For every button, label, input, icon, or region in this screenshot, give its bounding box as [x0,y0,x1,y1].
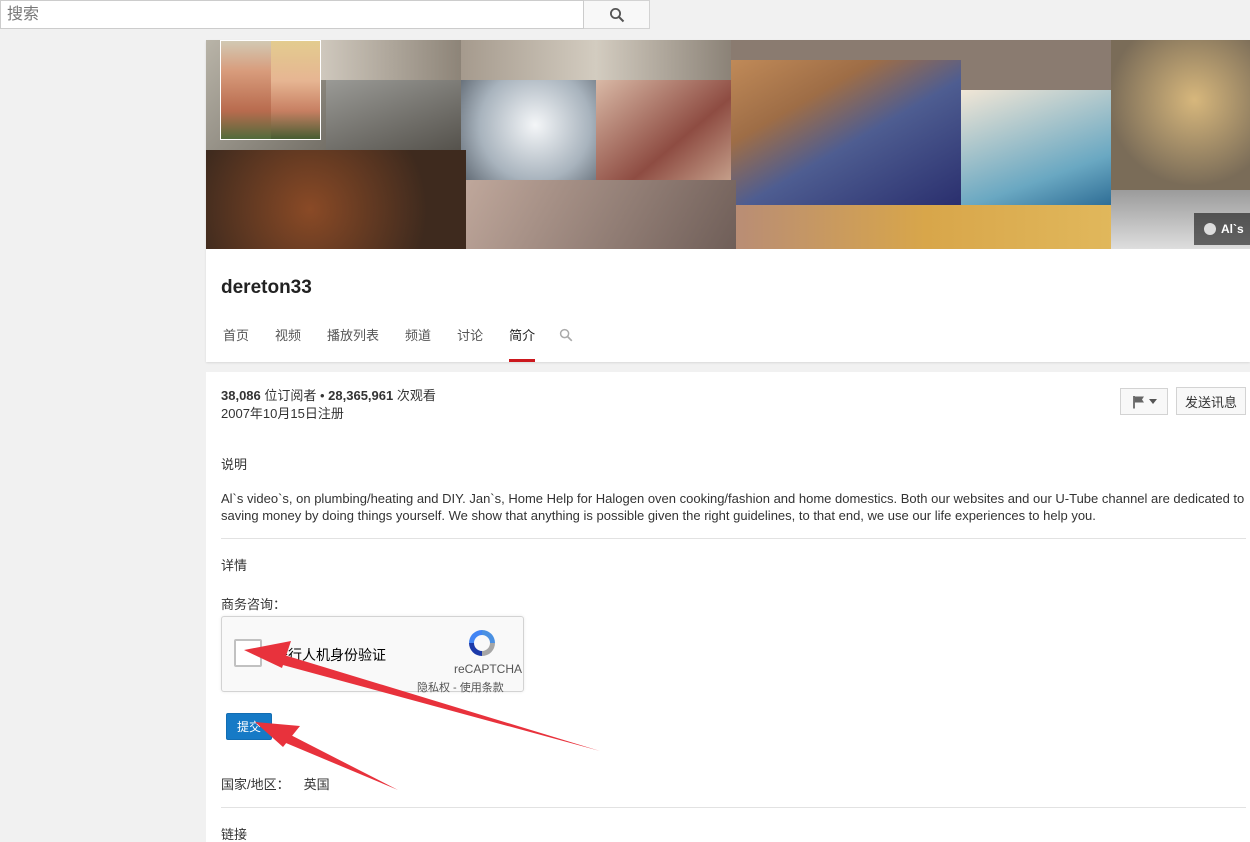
about-panel: 38,086 位订阅者 • 28,365,961 次观看 2007年10月15日… [206,372,1250,842]
submit-button[interactable]: 提交 [226,713,272,740]
banner-website-link[interactable]: Al`s [1194,213,1250,245]
recaptcha-widget: 进行人机身份验证 reCAPTCHA 隐私权 - 使用条款 [221,616,524,695]
joined-date: 2007年10月15日注册 [221,406,344,421]
divider [221,807,1246,808]
channel-header: Al`s dereton33 首页 视频 播放列表 频道 讨论 简介 [206,40,1250,362]
description-heading: 说明 [221,457,248,472]
search-input[interactable] [0,0,584,29]
banner-link-label: Al`s [1221,222,1244,236]
channel-stats: 38,086 位订阅者 • 28,365,961 次观看 2007年10月15日… [221,387,436,423]
subscriber-count: 38,086 [221,388,261,403]
channel-search-button[interactable] [559,328,573,345]
report-flag-button[interactable] [1120,388,1168,415]
tab-videos[interactable]: 视频 [275,328,301,362]
channel-tabs: 首页 视频 播放列表 频道 讨论 简介 [223,328,573,362]
search-icon [559,328,573,342]
send-message-button[interactable]: 发送讯息 [1176,387,1246,415]
search-icon [609,7,624,22]
country-row: 国家/地区： 英国 [221,774,330,793]
country-value: 英国 [303,777,330,792]
recaptcha-separator: - [450,682,460,694]
search-button[interactable] [584,0,650,29]
recaptcha-brand: reCAPTCHA [454,662,523,676]
channel-banner: Al`s [206,40,1250,249]
flag-icon [1132,395,1144,408]
tab-about[interactable]: 简介 [509,328,536,362]
view-count: 28,365,961 [328,388,394,403]
recaptcha-label: 进行人机身份验证 [274,647,386,663]
tab-channels[interactable]: 频道 [405,328,431,362]
recaptcha-terms-link[interactable]: 使用条款 [460,682,504,694]
business-inquiry-label: 商务咨询： [221,597,287,612]
recaptcha-privacy-link[interactable]: 隐私权 [417,682,450,694]
tab-playlists[interactable]: 播放列表 [327,328,379,362]
country-label: 国家/地区： [221,777,290,792]
links-heading: 链接 [221,827,248,842]
globe-icon [1204,223,1216,235]
subscriber-suffix: 位订阅者 • [260,388,329,403]
channel-avatar [220,40,321,140]
channel-name: dereton33 [221,277,312,298]
recaptcha-checkbox[interactable] [234,639,262,667]
divider [221,538,1246,539]
tab-home[interactable]: 首页 [223,328,249,362]
view-suffix: 次观看 [393,388,436,403]
channel-description: Al`s video`s, on plumbing/heating and DI… [221,491,1245,523]
tab-discussion[interactable]: 讨论 [457,328,483,362]
recaptcha-terms: 隐私权 - 使用条款 [417,679,504,695]
details-heading: 详情 [221,558,248,573]
recaptcha-logo-icon [469,630,495,656]
caret-down-icon [1148,398,1157,404]
search-bar [0,0,650,29]
